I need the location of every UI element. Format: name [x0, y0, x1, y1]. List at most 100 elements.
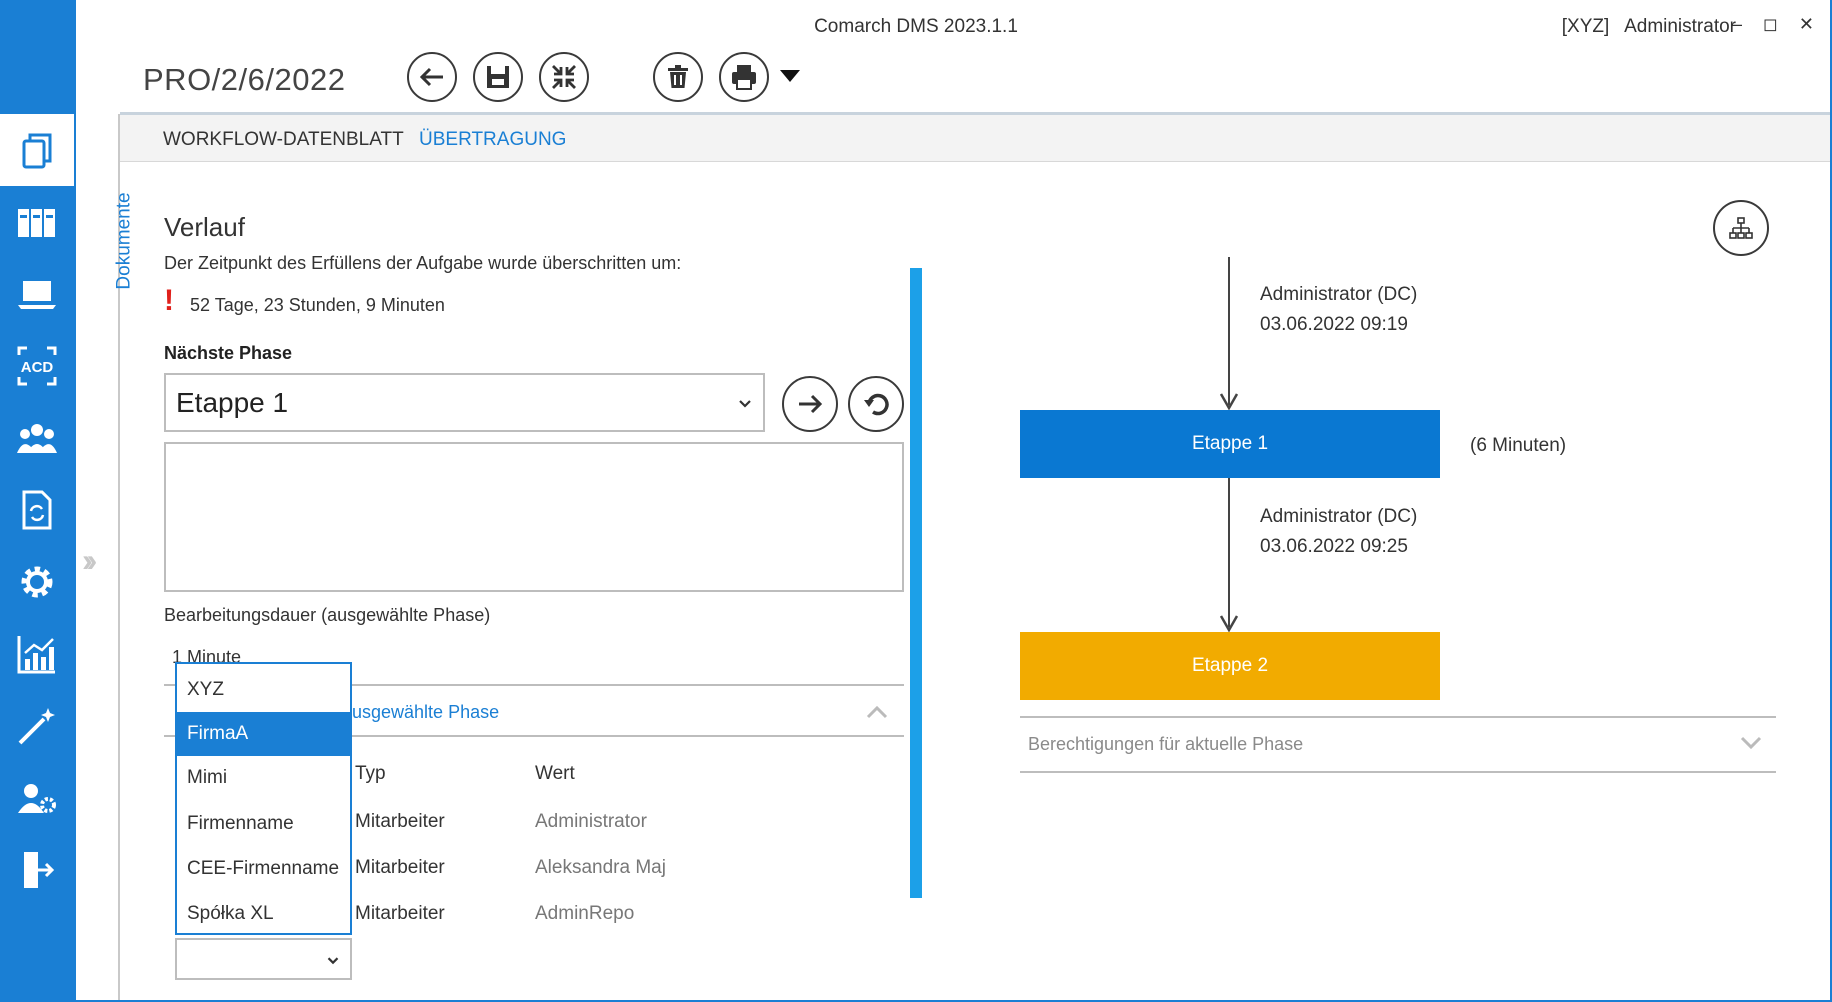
user-name: Administrator — [1624, 16, 1736, 37]
window-title: Comarch DMS 2023.1.1 — [814, 16, 1018, 37]
gear-icon — [21, 566, 53, 598]
table-header-typ: Typ — [355, 763, 386, 784]
laptop-icon — [18, 281, 56, 309]
phase-box-etappe-1[interactable]: Etappe 1 — [1020, 410, 1440, 478]
window-controls[interactable]: – ◻ ✕ — [1732, 14, 1822, 35]
print-options-dropdown-arrow[interactable] — [780, 70, 800, 82]
sidebar-item-acd[interactable]: ACD — [0, 330, 74, 402]
sidebar-item-workflow-documents[interactable] — [0, 474, 74, 546]
arrow-down-icon — [1219, 615, 1239, 632]
sidebar-item-users[interactable] — [0, 402, 74, 474]
dropdown-option-firmenname[interactable]: Firmenname — [177, 802, 350, 846]
step2-author: Administrator (DC) — [1260, 506, 1418, 527]
collapse-icon — [552, 65, 576, 89]
document-number: PRO/2/6/2022 — [143, 62, 346, 97]
step2-date: 03.06.2022 09:25 — [1260, 536, 1408, 557]
user-info: [XYZ] Administrator — [1562, 16, 1736, 38]
dropdown-option-cee-firmenname[interactable]: CEE-Firmenname — [177, 847, 350, 891]
arrow-down-icon — [1219, 393, 1239, 410]
comment-textarea[interactable] — [164, 442, 904, 592]
table-row-typ: Mitarbeiter — [355, 811, 445, 832]
flow-connector — [1228, 257, 1230, 405]
table-row-wert: AdminRepo — [535, 903, 635, 924]
magic-wand-icon — [18, 708, 55, 745]
table-row-wert: Aleksandra Maj — [535, 857, 666, 878]
permissions-divider-bottom — [1020, 771, 1776, 773]
chevron-down-icon — [327, 957, 339, 965]
chart-icon — [17, 636, 55, 674]
tab-uebertragung[interactable]: ÜBERTRAGUNG — [419, 129, 566, 151]
sidebar-item-logout[interactable] — [0, 834, 74, 906]
table-row-wert: Administrator — [535, 811, 647, 832]
phase1-duration: (6 Minuten) — [1470, 435, 1567, 456]
overdue-warning-icon: ! — [164, 284, 174, 317]
chevron-up-icon[interactable] — [864, 700, 890, 726]
step1-meta: Administrator (DC) 03.06.2022 09:19 — [1260, 280, 1417, 340]
binders-icon — [18, 209, 55, 237]
step1-date: 03.06.2022 09:19 — [1260, 314, 1408, 335]
undo-phase-button[interactable] — [848, 376, 904, 432]
main-sidebar: ACD — [0, 0, 74, 1002]
table-header-wert: Wert — [535, 763, 575, 784]
expand-chevrons-icon[interactable]: ›› — [82, 542, 98, 579]
delete-button[interactable] — [653, 52, 703, 102]
back-icon — [419, 67, 443, 87]
permissions-divider-top — [1020, 716, 1776, 718]
collapse-button[interactable] — [539, 52, 589, 102]
next-phase-select[interactable]: Etappe 1 — [164, 373, 765, 432]
dropdown-option-spolka-xl[interactable]: Spółka XL — [177, 892, 350, 936]
table-row-typ: Mitarbeiter — [355, 903, 445, 924]
dropdown-option-xyz[interactable]: XYZ — [177, 668, 350, 712]
tab-workflow-datenblatt[interactable]: WORKFLOW-DATENBLATT — [163, 129, 404, 151]
delete-icon — [668, 65, 688, 88]
overdue-value: 52 Tage, 23 Stunden, 9 Minuten — [190, 295, 445, 315]
save-button[interactable] — [473, 52, 523, 102]
next-phase-label: Nächste Phase — [164, 343, 293, 363]
chevron-down-icon[interactable] — [1738, 729, 1764, 755]
table-row-typ: Mitarbeiter — [355, 857, 445, 878]
print-button[interactable] — [719, 52, 769, 102]
sidebar-item-documents[interactable] — [0, 114, 74, 186]
save-icon — [487, 66, 509, 88]
sidebar-item-settings[interactable] — [0, 546, 74, 618]
vertical-tab-documents[interactable]: Dokumente — [76, 192, 135, 289]
users-icon — [17, 424, 57, 453]
dropdown-option-mimi[interactable]: Mimi — [177, 756, 350, 800]
history-title: Verlauf — [164, 212, 245, 242]
sidebar-item-workstation[interactable] — [0, 258, 74, 330]
arrow-right-icon — [799, 394, 823, 414]
acd-label: ACD — [21, 359, 54, 376]
print-icon — [732, 65, 756, 90]
hierarchy-icon — [1729, 217, 1753, 239]
logout-icon — [24, 852, 55, 888]
sidebar-item-binders[interactable] — [0, 186, 74, 258]
undo-icon — [864, 393, 889, 416]
sidebar-item-reports[interactable] — [0, 618, 74, 690]
duration-label: Bearbeitungsdauer (ausgewählte Phase) — [164, 605, 491, 625]
acd-icon: ACD — [17, 346, 57, 386]
company-select[interactable] — [175, 938, 352, 980]
company-code: [XYZ] — [1561, 16, 1610, 37]
back-button[interactable] — [407, 52, 457, 102]
sidebar-item-user-settings[interactable] — [0, 762, 74, 834]
sync-document-icon — [22, 490, 52, 530]
workflow-diagram-button[interactable] — [1713, 200, 1769, 256]
vertical-scrollbar[interactable] — [910, 268, 922, 898]
selected-phase-section-label[interactable]: usgewählte Phase — [352, 702, 499, 723]
phase-box-etappe-2[interactable]: Etappe 2 — [1020, 632, 1440, 700]
next-phase-value: Etappe 1 — [176, 387, 289, 418]
dropdown-option-firmaa[interactable]: FirmaA — [177, 712, 350, 756]
documents-icon — [22, 133, 52, 169]
tab-bar: WORKFLOW-DATENBLATT ÜBERTRAGUNG — [120, 115, 1830, 162]
chevron-down-icon — [739, 400, 751, 408]
step2-meta: Administrator (DC) 03.06.2022 09:25 — [1260, 502, 1417, 562]
vertical-tab-strip: Dokumente ›› — [76, 114, 135, 1000]
forward-phase-button[interactable] — [782, 376, 838, 432]
overdue-text: Der Zeitpunkt des Erfüllens der Aufgabe … — [164, 253, 682, 273]
company-dropdown-list[interactable]: XYZ FirmaA Mimi Firmenname CEE-Firmennam… — [175, 662, 352, 935]
permissions-section-label[interactable]: Berechtigungen für aktuelle Phase — [1028, 734, 1303, 755]
flow-connector — [1228, 478, 1230, 627]
sidebar-item-wizard[interactable] — [0, 690, 74, 762]
step1-author: Administrator (DC) — [1260, 284, 1418, 305]
user-settings-icon — [18, 784, 56, 813]
